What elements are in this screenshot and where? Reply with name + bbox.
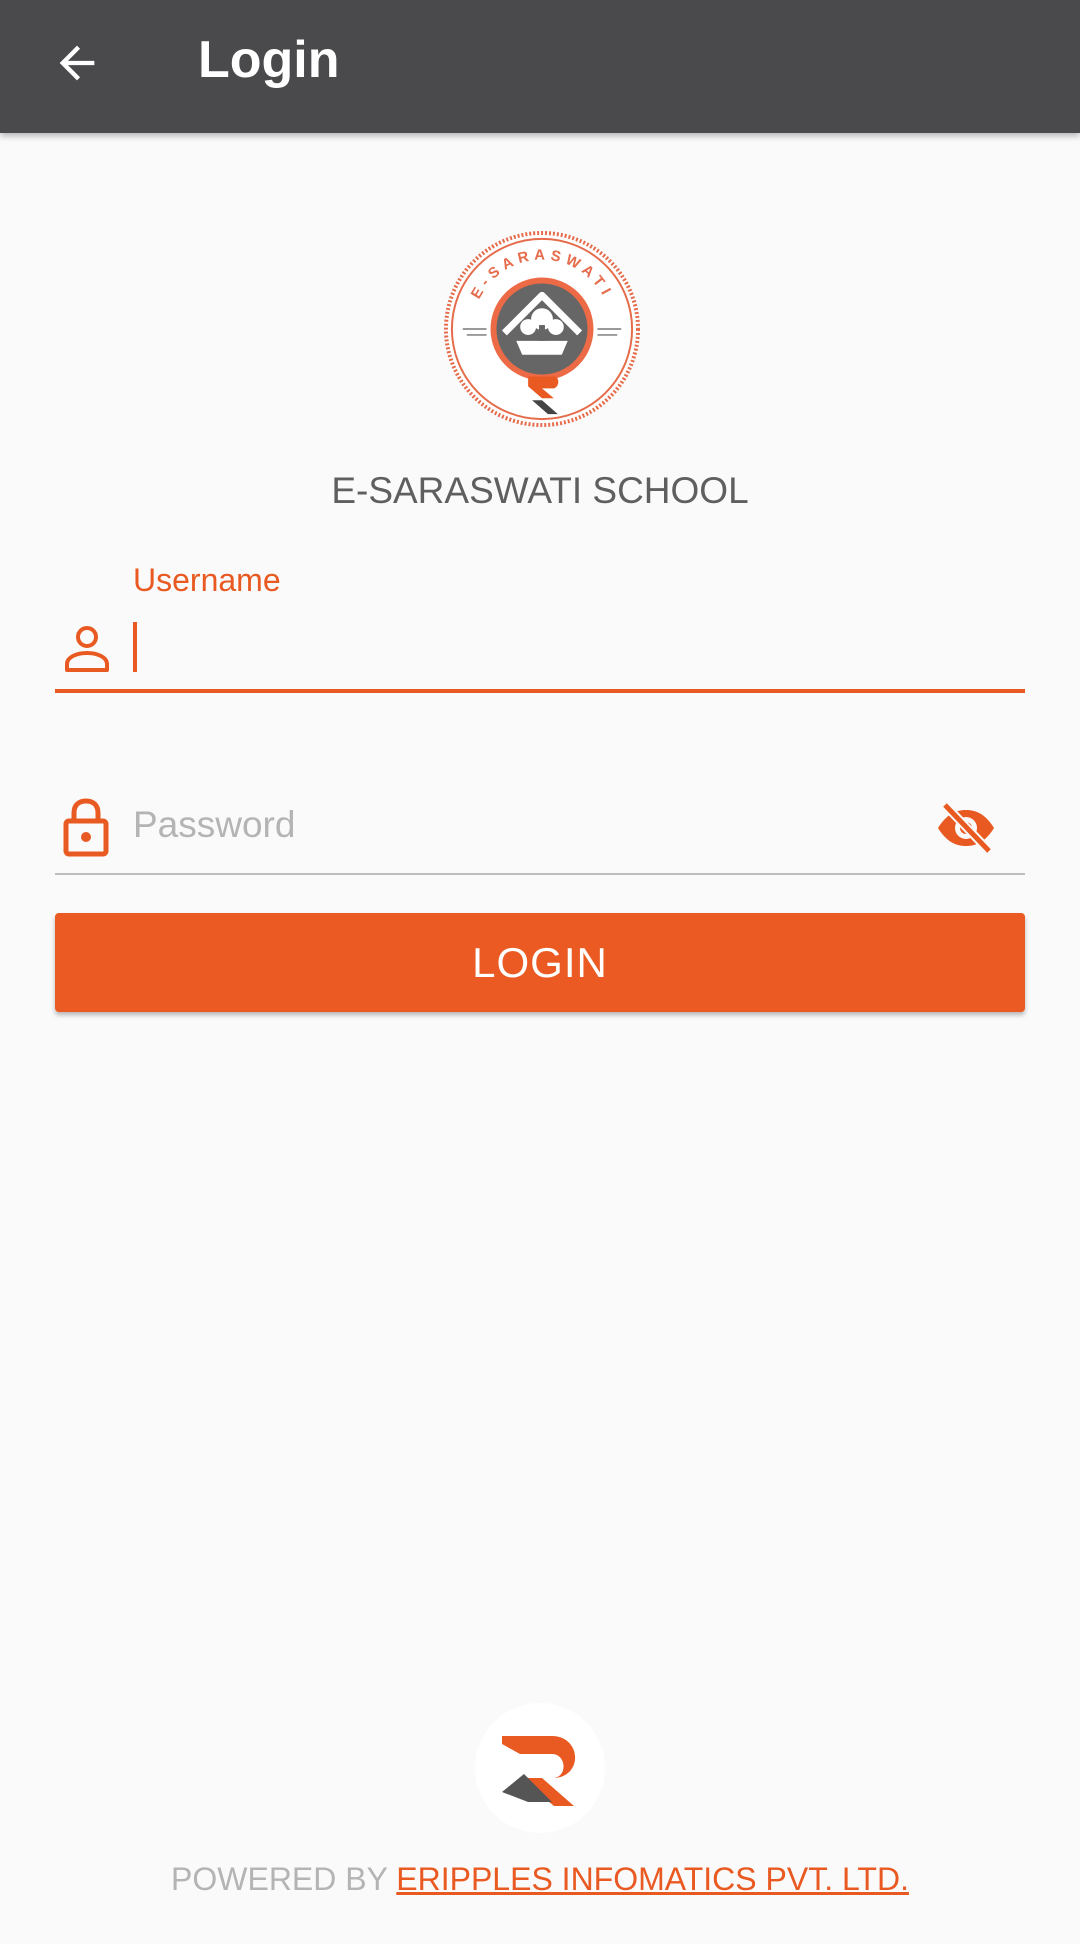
school-name: E-SARASWATI SCHOOL [331,470,749,511]
username-label: Username [133,562,281,598]
company-logo [475,1703,605,1833]
company-link[interactable]: ERIPPLES INFOMATICS PVT. LTD. [396,1861,909,1897]
back-button[interactable] [40,26,114,100]
page-title: Login [198,31,340,89]
password-input[interactable] [133,795,893,855]
text-cursor [133,622,137,672]
login-button[interactable]: LOGIN [55,913,1025,1012]
password-field[interactable] [55,785,1025,875]
person-icon [65,626,109,672]
arrow-left-icon [59,45,95,81]
powered-by-footer: POWERED BY ERIPPLES INFOMATICS PVT. LTD. [0,1858,1080,1900]
school-logo: E-SARASWATI [443,230,641,428]
eye-off-icon[interactable] [935,801,997,855]
powered-by-text: POWERED BY [171,1861,397,1897]
app-bar: Login [0,0,1080,133]
username-input[interactable] [145,616,1005,680]
password-underline [55,873,1025,875]
username-field[interactable]: Username [55,560,1025,695]
username-underline [55,689,1025,693]
lock-icon [63,798,109,857]
